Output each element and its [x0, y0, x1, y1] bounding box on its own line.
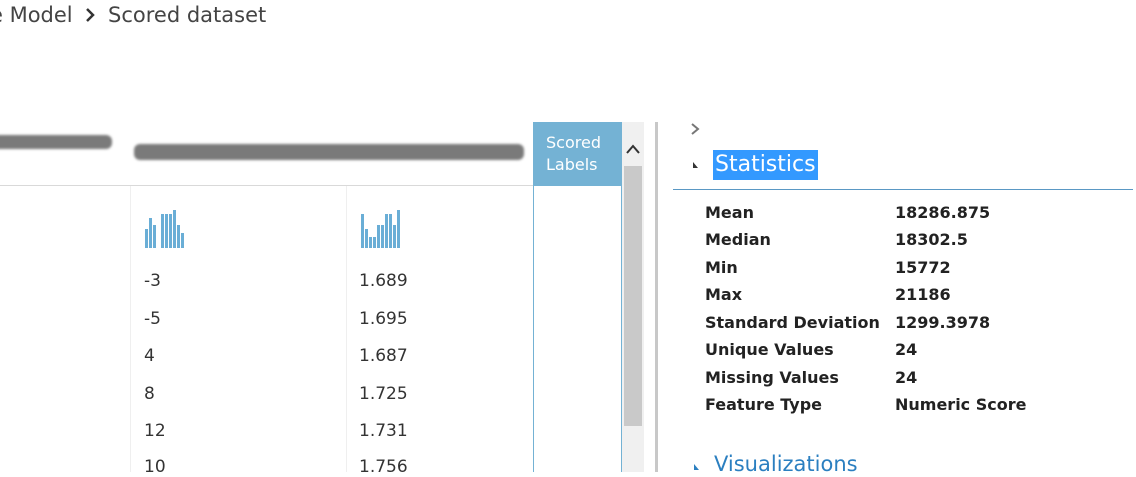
stat-value: 24 [895, 340, 918, 359]
stat-label: Min [705, 258, 738, 277]
header-divider [0, 185, 533, 186]
histogram-bar [373, 237, 376, 248]
histogram-bar [365, 229, 368, 248]
stat-value: 21186 [895, 285, 951, 304]
histogram-bar [393, 225, 396, 248]
table-cell[interactable]: 1.695 [359, 309, 408, 329]
histogram-bar [177, 225, 180, 248]
histogram-bar [165, 214, 168, 248]
column-histogram-sparkline[interactable] [145, 210, 184, 248]
histogram-bar [153, 225, 156, 248]
stat-value: 1299.3978 [895, 313, 991, 332]
histogram-bar [369, 237, 372, 248]
visualizations-section-title[interactable]: Visualizations [714, 452, 858, 476]
histogram-bar [161, 214, 164, 248]
section-divider [673, 189, 1133, 190]
stat-label: Median [705, 230, 771, 249]
table-cell[interactable]: -3 [144, 271, 161, 291]
histogram-bar [169, 214, 172, 248]
histogram-bar [145, 229, 148, 248]
collapse-triangle-icon[interactable] [693, 162, 698, 168]
histogram-bar [385, 214, 388, 248]
table-cell[interactable]: 1.687 [359, 346, 408, 366]
stat-value: 18286.875 [895, 203, 991, 222]
column-header-label: Scored [546, 133, 601, 152]
histogram-bar [149, 218, 152, 248]
statistics-section-title[interactable]: Statistics [713, 150, 818, 180]
histogram-bar [397, 210, 400, 248]
stat-value: 18302.5 [895, 230, 968, 249]
selected-column[interactable] [533, 186, 622, 472]
scrollbar-thumb[interactable] [624, 166, 642, 426]
column-header-label: Labels [546, 155, 598, 174]
stat-value: 15772 [895, 258, 951, 277]
column-divider [346, 186, 347, 472]
histogram-bar [381, 225, 384, 248]
chevron-right-icon [85, 3, 96, 27]
table-cell[interactable]: 12 [144, 421, 166, 441]
column-header-redacted [0, 135, 112, 149]
stat-label: Standard Deviation [705, 313, 880, 332]
panel-splitter[interactable] [655, 122, 658, 472]
column-divider [130, 186, 131, 472]
histogram-bar [361, 214, 364, 248]
stat-label: Missing Values [705, 368, 839, 387]
collapse-triangle-icon[interactable] [694, 464, 699, 470]
histogram-bar [389, 214, 392, 248]
breadcrumb-parent[interactable]: e Model [0, 3, 73, 27]
stat-label: Unique Values [705, 340, 834, 359]
table-cell[interactable]: 10 [144, 457, 166, 477]
table-cell[interactable]: 1.689 [359, 271, 408, 291]
histogram-bar [181, 233, 184, 248]
breadcrumb: e Model Scored dataset [0, 2, 266, 30]
histogram-bar [377, 225, 380, 248]
stat-label: Feature Type [705, 395, 823, 414]
column-histogram-sparkline[interactable] [361, 210, 400, 248]
table-cell[interactable]: 1.725 [359, 384, 408, 404]
stat-value: Numeric Score [895, 395, 1027, 414]
stat-label: Max [705, 285, 743, 304]
stat-label: Mean [705, 203, 754, 222]
breadcrumb-current: Scored dataset [108, 3, 267, 27]
table-cell[interactable]: 1.731 [359, 421, 408, 441]
chevron-right-icon[interactable] [690, 120, 700, 141]
table-cell[interactable]: 4 [144, 346, 155, 366]
table-cell[interactable]: -5 [144, 309, 161, 329]
stat-value: 24 [895, 368, 918, 387]
histogram-bar [173, 210, 176, 248]
column-header-redacted [134, 144, 524, 160]
table-cell[interactable]: 8 [144, 384, 155, 404]
column-header-scored-labels[interactable]: Scored Labels [533, 122, 623, 186]
table-cell[interactable]: 1.756 [359, 457, 408, 477]
chevron-up-icon[interactable] [622, 140, 644, 160]
